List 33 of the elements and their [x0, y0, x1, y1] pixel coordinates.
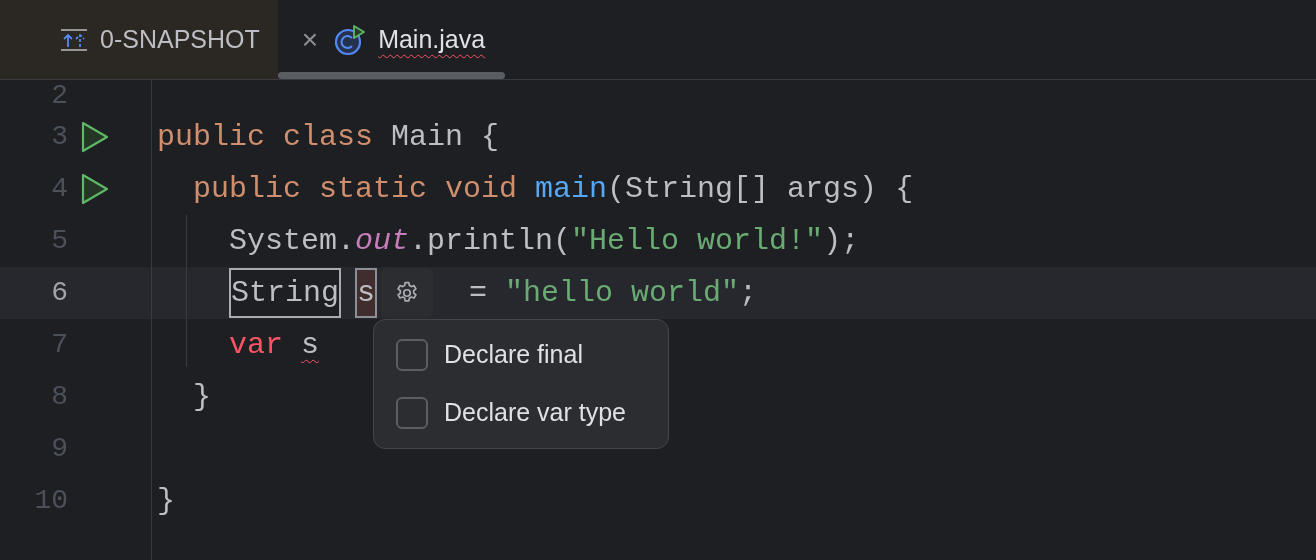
editor-tab[interactable]: 0-SNAPSHOT [0, 0, 278, 79]
template-variable[interactable]: s [355, 268, 378, 318]
code-token: main [535, 170, 608, 208]
settings-button[interactable] [381, 268, 434, 318]
code-token: "Hello world!" [571, 222, 824, 260]
close-icon[interactable]: × [301, 18, 319, 61]
run-icon[interactable] [80, 172, 110, 206]
module-icon [60, 27, 88, 52]
tab-label: 0-SNAPSHOT [100, 23, 260, 55]
template-variable[interactable]: String [229, 268, 342, 318]
checkbox[interactable] [396, 339, 428, 371]
tab-label: Main.java [378, 23, 486, 55]
line-number: 6 [50, 278, 68, 308]
code-token: ; [739, 274, 758, 312]
code-token: "hello world" [505, 274, 740, 312]
code-token: s [301, 326, 320, 364]
option-label: Declare final [444, 339, 583, 371]
option-label: Declare var type [444, 397, 627, 429]
java-class-icon [334, 23, 367, 56]
checkbox[interactable] [396, 397, 428, 429]
code-token: out [355, 222, 410, 260]
code-token: Main { [391, 118, 500, 156]
code-token: } [193, 378, 211, 416]
code-token: var [229, 326, 284, 364]
run-icon[interactable] [80, 120, 110, 154]
code-token: public class [157, 118, 375, 156]
code-token: } [157, 482, 175, 520]
code-token: = [468, 274, 489, 312]
code-token: (String[] args) { [607, 170, 914, 208]
code-token: ); [823, 222, 860, 260]
code-token: .println( [409, 222, 572, 260]
code-token: System. [229, 222, 356, 260]
code-token: public static void [193, 170, 519, 208]
